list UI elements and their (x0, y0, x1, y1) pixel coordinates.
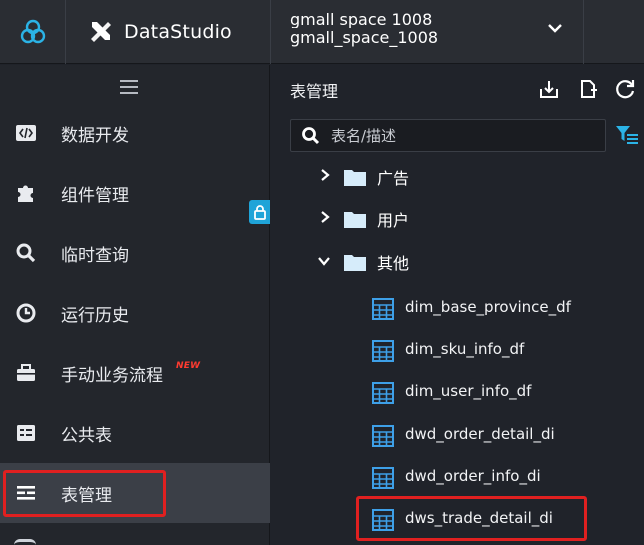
table-name: dim_base_province_df (405, 298, 571, 316)
table-name: dim_user_info_df (405, 382, 532, 400)
folder-open-icon (344, 255, 366, 271)
table-item[interactable]: dim_base_province_df (271, 288, 644, 330)
nav-item-manual-workflow[interactable]: 手动业务流程 NEW (0, 343, 270, 403)
table-search (290, 119, 606, 152)
new-table-button[interactable] (576, 77, 600, 101)
folder-icon (344, 212, 366, 228)
folder-icon (344, 170, 366, 186)
refresh-icon (616, 80, 635, 99)
top-bar-spacer (584, 0, 644, 64)
lock-icon (253, 205, 266, 220)
folder-other[interactable]: 其他 (271, 240, 644, 282)
table-item[interactable]: dim_sku_info_df (271, 330, 644, 372)
chevron-right-icon (321, 211, 330, 223)
search-input[interactable] (331, 120, 601, 151)
search-icon (14, 241, 38, 265)
panel-header: 表管理 (271, 65, 644, 111)
chevron-down-icon (318, 257, 330, 266)
table-icon (372, 467, 394, 489)
table-name: dwd_order_info_di (405, 467, 541, 485)
nav-label: 组件管理 (61, 185, 129, 206)
table-icon (372, 382, 394, 404)
puzzle-icon (14, 181, 38, 205)
table-icon (372, 298, 394, 320)
clock-icon (14, 301, 38, 325)
product-logo[interactable] (0, 0, 66, 64)
app-window: DataStudio gmall space 1008 gmall_space_… (0, 0, 644, 545)
new-badge: NEW (176, 361, 201, 371)
table-name: dim_sku_info_df (405, 340, 525, 358)
alibaba-cloud-logo-icon (20, 19, 45, 44)
table-list-icon (14, 421, 38, 445)
table-item[interactable]: dwd_order_detail_di (271, 415, 644, 457)
left-nav: 数据开发 组件管理 临时查询 运行历史 手动业务流程 NEW 公共表 表管理 (0, 65, 270, 545)
table-item-partial (371, 541, 631, 545)
workspace-display-name: gmall space 1008 (290, 11, 433, 28)
nav-label: 表管理 (61, 485, 112, 506)
nav-item-run-history[interactable]: 运行历史 (0, 283, 270, 343)
table-management-panel: 表管理 表名/描述 广告 用户 其他 dim_base_province_df … (271, 65, 644, 545)
chevron-right-icon (321, 169, 330, 181)
brand-name: DataStudio (124, 21, 232, 43)
table-item[interactable]: dim_user_info_df (271, 372, 644, 414)
workspace-selector[interactable]: gmall space 1008 gmall_space_1008 (270, 0, 584, 64)
nav-item-ad-hoc-query[interactable]: 临时查询 (0, 223, 270, 283)
code-icon (14, 121, 38, 145)
nav-item-data-development[interactable]: 数据开发 (0, 103, 270, 163)
brand[interactable]: DataStudio (66, 0, 270, 64)
import-icon (540, 81, 558, 98)
refresh-button[interactable] (613, 77, 637, 101)
table-item[interactable]: dwd_order_info_di (271, 457, 644, 499)
filter-icon (616, 126, 638, 144)
import-button[interactable] (537, 77, 561, 101)
nav-label: 手动业务流程 (61, 365, 163, 386)
nav-item-public-tables[interactable]: 公共表 (0, 403, 270, 463)
top-bar: DataStudio gmall space 1008 gmall_space_… (0, 0, 644, 64)
search-icon (302, 127, 320, 145)
nav-item-table-management[interactable]: 表管理 (0, 463, 270, 523)
folder-label: 其他 (377, 254, 410, 273)
folder-ads[interactable]: 广告 (271, 155, 644, 197)
folder-label: 广告 (377, 169, 410, 188)
panel-title: 表管理 (290, 82, 339, 101)
nav-label: 数据开发 (61, 125, 129, 146)
table-name: dws_trade_detail_di (405, 509, 553, 527)
nav-label: 公共表 (61, 425, 112, 446)
workspace-id: gmall_space_1008 (290, 28, 439, 47)
nav-label: 运行历史 (61, 305, 129, 326)
nav-item-component-management[interactable]: 组件管理 (0, 163, 270, 223)
folder-users[interactable]: 用户 (271, 197, 644, 239)
briefcase-icon (14, 361, 38, 385)
chevron-down-icon (548, 24, 562, 33)
tools-icon (91, 22, 111, 42)
nav-item-partial-icon (14, 539, 36, 545)
table-name: dwd_order_detail_di (405, 425, 555, 443)
folder-label: 用户 (377, 211, 410, 230)
filter-button[interactable] (614, 123, 640, 147)
table-icon (372, 509, 394, 531)
table-item-selected[interactable]: dws_trade_detail_di (271, 499, 644, 541)
lock-badge[interactable] (249, 200, 270, 224)
table-manage-icon (14, 481, 38, 505)
new-file-icon (581, 80, 597, 98)
table-icon (372, 425, 394, 447)
table-icon (372, 340, 394, 362)
menu-toggle-icon[interactable] (118, 78, 140, 96)
nav-label: 临时查询 (61, 245, 129, 266)
